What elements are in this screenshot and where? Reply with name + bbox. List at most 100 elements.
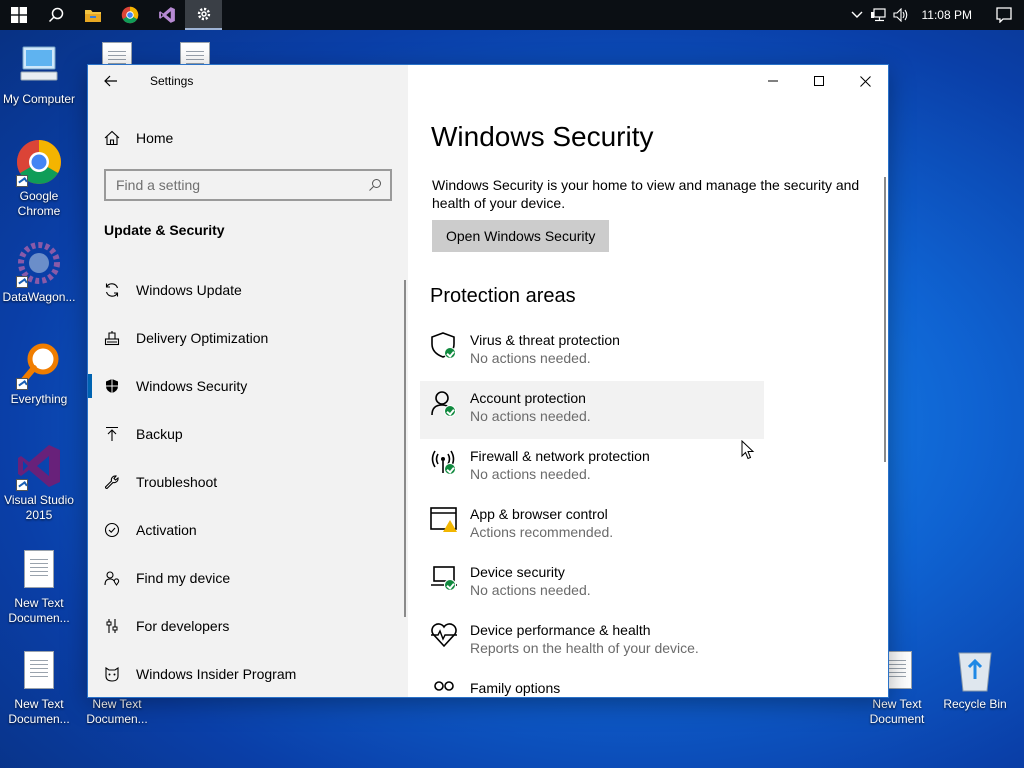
family-icon: [434, 681, 454, 691]
desktop-icon-recycle-bin[interactable]: Recycle Bin: [936, 645, 1014, 712]
sidebar-item-for-developers[interactable]: For developers: [88, 602, 408, 650]
area-device-performance-health[interactable]: Device performance & health Reports on t…: [420, 613, 764, 671]
tray-volume[interactable]: [890, 0, 912, 30]
sidebar-item-label: Windows Update: [136, 282, 242, 298]
sidebar-item-windows-security[interactable]: Windows Security: [88, 362, 408, 410]
developer-sliders-icon: [106, 619, 118, 633]
desktop-icon-datawagon[interactable]: DataWagon...: [0, 238, 78, 305]
area-name: Device security: [470, 564, 565, 580]
start-icon: [10, 7, 27, 23]
settings-search-box[interactable]: [104, 169, 392, 201]
start-button[interactable]: [0, 0, 37, 30]
area-name: Firewall & network protection: [470, 448, 650, 464]
taskbar-settings[interactable]: [185, 0, 222, 30]
desktop-icon-label: New Text Documen...: [8, 596, 70, 625]
search-icon[interactable]: [368, 178, 382, 192]
desktop-icon-label: New Text Document: [869, 697, 925, 726]
area-device-security[interactable]: Device security No actions needed.: [420, 555, 764, 613]
area-account-protection[interactable]: Account protection No actions needed.: [420, 381, 764, 439]
desktop-icon-chrome[interactable]: Google Chrome: [0, 137, 78, 219]
sidebar-item-activation[interactable]: Activation: [88, 506, 408, 554]
desktop-icon-everything[interactable]: Everything: [0, 340, 78, 407]
text-document-icon: [14, 645, 64, 695]
action-center-button[interactable]: [984, 0, 1024, 30]
sidebar-item-label: Windows Security: [136, 378, 248, 394]
desktop-icon-text-doc-1[interactable]: New Text Documen...: [0, 544, 78, 626]
sidebar-section-heading: Update & Security: [104, 222, 225, 238]
main-scrollbar[interactable]: [884, 177, 886, 462]
desktop-icon-text-doc-2[interactable]: New Text Documen...: [0, 645, 78, 727]
desktop-icon-label: New Text Documen...: [86, 697, 148, 726]
title-bar: Settings: [88, 65, 408, 97]
sidebar-item-troubleshoot[interactable]: Troubleshoot: [88, 458, 408, 506]
back-arrow-icon: [104, 75, 117, 87]
minimize-icon: [768, 80, 778, 82]
area-status: No actions needed.: [470, 408, 591, 424]
area-name: Virus & threat protection: [470, 332, 620, 348]
sidebar-item-backup[interactable]: Backup: [88, 410, 408, 458]
sidebar-item-find-my-device[interactable]: Find my device: [88, 554, 408, 602]
search-icon: [48, 7, 63, 23]
volume-icon: [892, 8, 907, 22]
sidebar-item-delivery-optimization[interactable]: Delivery Optimization: [88, 314, 408, 362]
delivery-icon: [104, 331, 120, 346]
close-button[interactable]: [842, 65, 888, 97]
check-circle-icon: [104, 522, 120, 538]
shortcut-arrow-icon: [16, 276, 28, 288]
visual-studio-icon: [14, 441, 64, 491]
computer-icon: [14, 40, 64, 90]
chrome-icon: [121, 6, 138, 24]
maximize-button[interactable]: [796, 65, 842, 97]
settings-window: Settings Home Update & Security Windows …: [88, 65, 888, 697]
insider-cat-icon: [105, 666, 119, 682]
taskbar-clock[interactable]: 11:08 PM: [912, 8, 984, 22]
taskbar-search-button[interactable]: [37, 0, 74, 30]
file-explorer-icon: [84, 10, 101, 22]
area-app-browser-control[interactable]: App & browser control Actions recommende…: [420, 497, 764, 555]
taskbar-visual-studio[interactable]: [148, 0, 185, 30]
area-firewall-network-protection[interactable]: Firewall & network protection No actions…: [420, 439, 764, 497]
magnifier-icon: [14, 340, 64, 390]
backup-arrow-icon: [106, 426, 118, 441]
desktop-icon-visual-studio[interactable]: Visual Studio 2015: [0, 441, 78, 523]
sidebar-item-windows-insider[interactable]: Windows Insider Program: [88, 650, 408, 697]
desktop-icon-label: Recycle Bin: [943, 697, 1007, 711]
sidebar-item-label: Activation: [136, 522, 197, 538]
settings-icon: [197, 7, 210, 21]
page-description: Windows Security is your home to view an…: [432, 177, 860, 211]
area-virus-threat-protection[interactable]: Virus & threat protection No actions nee…: [420, 323, 764, 381]
desktop-icon-label: DataWagon...: [2, 290, 76, 304]
shortcut-arrow-icon: [16, 479, 28, 491]
desktop-icon-label: Google Chrome: [17, 189, 61, 218]
shield-icon: [106, 379, 118, 393]
system-tray: 11:08 PM: [846, 0, 1024, 30]
area-family-options[interactable]: Family options: [420, 671, 764, 697]
settings-search-input[interactable]: [116, 177, 368, 193]
area-status: No actions needed.: [470, 350, 591, 366]
back-button[interactable]: [88, 65, 134, 97]
tray-network[interactable]: [868, 0, 890, 30]
protection-areas-list: Virus & threat protection No actions nee…: [420, 323, 764, 697]
sidebar-scrollbar[interactable]: [404, 280, 406, 617]
area-name: Family options: [470, 680, 561, 696]
sidebar-home[interactable]: Home: [88, 122, 408, 154]
taskbar-file-explorer[interactable]: [74, 0, 111, 30]
page-title: Windows Security: [431, 121, 654, 152]
status-ok-icon: [444, 579, 456, 591]
taskbar-chrome[interactable]: [111, 0, 148, 30]
tray-overflow[interactable]: [846, 0, 868, 30]
maximize-icon: [814, 76, 824, 86]
chevron-up-icon: [851, 11, 863, 18]
area-status: No actions needed.: [470, 582, 591, 598]
sidebar-item-windows-update[interactable]: Windows Update: [88, 266, 408, 314]
desktop-icon-label: My Computer: [2, 92, 76, 106]
sidebar-nav: Windows Update Delivery Optimization Win…: [88, 266, 408, 697]
area-status: Actions recommended.: [470, 524, 614, 540]
settings-main: Windows Security Windows Security is you…: [408, 65, 888, 697]
window-title: Settings: [150, 74, 194, 88]
caption-buttons: [750, 65, 888, 97]
open-windows-security-button[interactable]: Open Windows Security: [432, 220, 610, 252]
settings-sidebar: Settings Home Update & Security Windows …: [88, 65, 408, 697]
minimize-button[interactable]: [750, 65, 796, 97]
desktop-icon-my-computer[interactable]: My Computer: [0, 40, 78, 107]
